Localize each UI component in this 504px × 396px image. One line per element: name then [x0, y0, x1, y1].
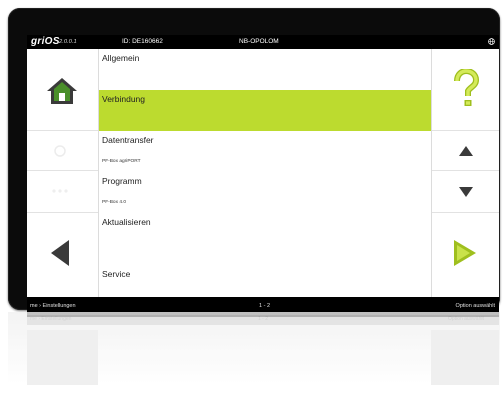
brand-logo: griOS — [31, 36, 60, 47]
status-bar: griOS 2.0.0.1 ID: DE160662 NB-OPOLOM — [27, 35, 499, 49]
triangle-right-icon — [454, 240, 476, 266]
reflection-left-cell — [27, 330, 98, 385]
menu-item-label: Verbindung — [102, 94, 146, 104]
forward-button[interactable] — [432, 213, 499, 297]
reflection-breadcrumb: me › Einstellungen — [30, 316, 72, 322]
home-button[interactable] — [27, 49, 98, 131]
disabled-dial-icon — [54, 145, 66, 157]
menu-item-sublabel: PF-Box 4.0 — [102, 200, 126, 205]
reflection-right-cell — [431, 330, 499, 385]
home-icon — [47, 78, 77, 104]
disabled-dots-icon — [52, 189, 68, 193]
device-id-label: ID: DE160662 — [122, 38, 163, 45]
version-label: 2.0.0.1 — [59, 39, 77, 45]
terminal-screen: griOS 2.0.0.1 ID: DE160662 NB-OPOLOM All… — [27, 35, 499, 317]
left-button-column — [27, 49, 99, 297]
device-reflection: me › Einstellungen 1 - 2 Option auswählt — [8, 312, 500, 396]
menu-item-label: Service — [102, 269, 131, 279]
left-blank-button-1[interactable] — [27, 131, 98, 171]
menu-item-aktualisieren[interactable]: Aktualisieren — [99, 213, 431, 254]
arrow-up-icon — [459, 146, 473, 156]
menu-item-sublabel: PF-Box agriPORT — [102, 159, 141, 164]
menu-item-label: Datentransfer — [102, 135, 154, 145]
globe-icon[interactable] — [488, 38, 495, 45]
scroll-down-button[interactable] — [432, 171, 499, 213]
scroll-up-button[interactable] — [432, 131, 499, 171]
help-icon — [454, 69, 480, 106]
menu-item-label: Allgemein — [102, 53, 140, 63]
settings-menu-list: Allgemein Verbindung Datentransfer PF-Bo… — [99, 49, 431, 297]
menu-item-verbindung[interactable]: Verbindung — [99, 90, 431, 131]
menu-item-datentransfer[interactable]: Datentransfer PF-Box agriPORT — [99, 131, 431, 172]
reflection-hint: Option auswählt — [448, 316, 484, 322]
menu-item-allgemein[interactable]: Allgemein — [99, 49, 431, 90]
help-button[interactable] — [432, 49, 499, 131]
terminal-device: griOS 2.0.0.1 ID: DE160662 NB-OPOLOM All… — [8, 8, 500, 317]
menu-item-label: Aktualisieren — [102, 217, 151, 227]
menu-item-service[interactable]: Service — [99, 254, 431, 295]
reflection-page: 1 - 2 — [258, 316, 269, 322]
back-button[interactable] — [27, 213, 98, 297]
triangle-left-icon — [51, 240, 69, 266]
right-button-column — [431, 49, 499, 297]
arrow-down-icon — [459, 187, 473, 197]
device-name-label: NB-OPOLOM — [239, 38, 279, 45]
menu-item-programm[interactable]: Programm PF-Box 4.0 — [99, 172, 431, 213]
left-blank-button-2[interactable] — [27, 171, 98, 213]
menu-item-label: Programm — [102, 176, 142, 186]
